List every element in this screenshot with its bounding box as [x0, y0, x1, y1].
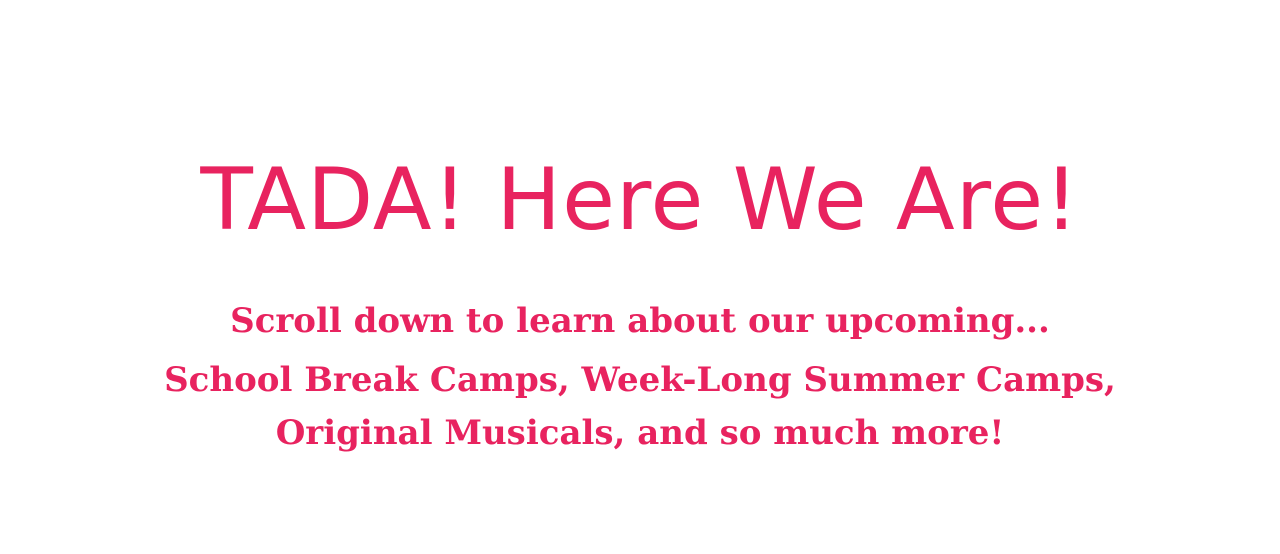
hero-subtitle: Scroll down to learn about our upcoming.… [230, 301, 1050, 341]
hero-title: TADA! Here We Are! [200, 150, 1080, 250]
hero-details: School Break Camps, Week-Long Summer Cam… [0, 354, 1280, 460]
hero-details-line-2: Original Musicals, and so much more! [275, 413, 1005, 453]
hero-banner: TADA! Here We Are! Scroll down to learn … [0, 0, 1280, 554]
hero-details-line-1: School Break Camps, Week-Long Summer Cam… [164, 360, 1116, 400]
